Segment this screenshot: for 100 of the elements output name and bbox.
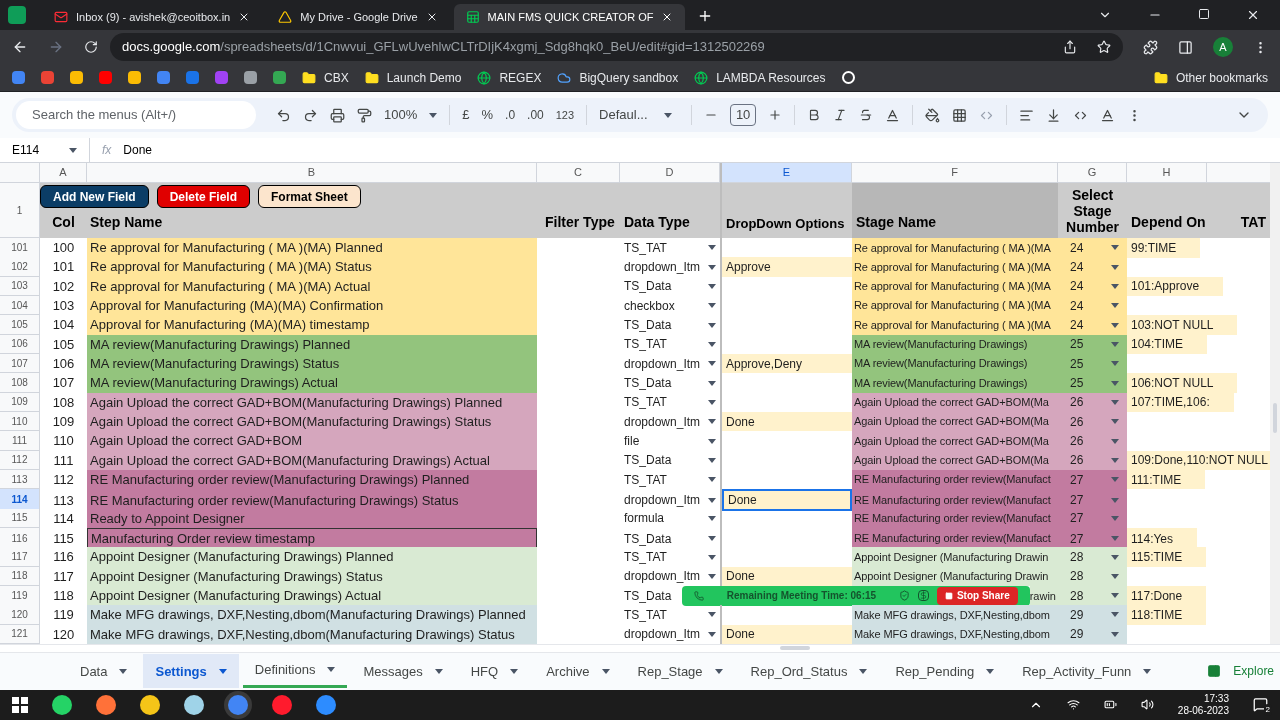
dropdown-cell[interactable]: 27 [1058,489,1127,512]
close-icon[interactable] [1246,8,1260,22]
dropdown-cell[interactable]: 26 [1058,411,1127,432]
name-box[interactable]: E114 [0,138,90,162]
back-icon[interactable] [12,39,28,55]
bookmark-star-icon[interactable] [1097,40,1111,54]
dropdown-cell[interactable]: 25 [1058,334,1127,355]
sheet-tab[interactable]: HFQ [458,654,531,689]
share-icon[interactable] [1063,40,1077,54]
taskbar-app-icon[interactable] [96,694,116,715]
sheet-tab[interactable]: Messages [351,654,455,689]
print-icon[interactable] [330,107,345,123]
search-menus-field[interactable]: Search the menus (Alt+/) [16,101,256,129]
dropdown-cell[interactable]: 29 [1058,624,1127,645]
row-number[interactable]: 110 [0,411,40,432]
bookmark-icon[interactable] [128,71,141,84]
row-number[interactable]: 103 [0,276,40,297]
scrollbar-thumb[interactable] [780,646,810,651]
dropdown-cell[interactable]: 27 [1058,469,1127,490]
number-format-button[interactable]: 123 [555,106,575,124]
borders-icon[interactable] [952,107,968,123]
sheet-button[interactable]: Add New Field [40,185,149,208]
increase-decimals-button[interactable]: .00 [527,106,544,124]
sheet-tab[interactable]: Rep_Ord_Status [738,654,880,689]
address-bar[interactable]: docs.google.com/spreadsheets/d/1Cnwvui_GFLwUvehlwCLTrDIjK4xgmj_Sdg8hqk0_BeU/edit#gid=1312502269 [110,33,1123,61]
increase-size-icon[interactable] [768,108,783,122]
taskbar-app-icon[interactable] [52,694,72,715]
sheet-button[interactable]: Format Sheet [258,185,361,208]
row-number[interactable]: 109 [0,392,40,413]
dropdown-cell[interactable]: 24 [1058,257,1127,277]
align-icon[interactable] [1019,107,1035,123]
reload-icon[interactable] [84,40,98,54]
row-number[interactable]: 114 [0,489,40,512]
dropdown-cell[interactable]: 25 [1058,353,1127,374]
undo-icon[interactable] [276,107,291,123]
vertical-scrollbar[interactable] [1270,163,1280,644]
bookmark-icon[interactable] [70,71,83,84]
stop-share-button[interactable]: Stop Share [936,586,1018,605]
row-number[interactable]: 111 [0,431,40,451]
start-icon[interactable] [12,696,28,713]
row-number[interactable]: 119 [0,585,40,606]
redo-icon[interactable] [303,107,318,123]
other-bookmarks[interactable]: Other bookmarks [1175,68,1268,87]
side-panel-icon[interactable] [1178,39,1193,55]
formula-field[interactable]: Done [123,141,153,159]
sheet-tab[interactable]: Settings [143,654,239,689]
explore-button[interactable]: Explore [1207,662,1275,681]
row-number[interactable]: 101 [0,238,40,258]
row-number[interactable]: 102 [0,257,40,277]
text-color-icon[interactable] [885,107,901,123]
taskbar-app-icon[interactable] [316,694,336,715]
forward-icon[interactable] [48,39,64,55]
maximize-icon[interactable] [1198,8,1210,20]
bookmark[interactable]: REGEX [477,68,542,87]
sheet-button[interactable]: Delete Field [156,185,251,208]
row-number[interactable]: 118 [0,566,40,587]
dropdown-cell[interactable]: 24 [1058,296,1127,316]
row-number[interactable]: 112 [0,450,40,471]
bookmark[interactable]: Launch Demo [364,68,462,87]
folder-icon[interactable] [1153,70,1168,85]
row-number[interactable]: 121 [0,624,40,645]
font-size-field[interactable]: 10 [730,104,757,126]
dropdown-cell[interactable]: 24 [1058,315,1127,335]
column-header[interactable]: E [722,163,852,183]
row-number[interactable]: 120 [0,605,40,625]
extensions-icon[interactable] [1143,39,1158,55]
bold-icon[interactable] [807,108,822,122]
row-number[interactable]: 115 [0,508,40,529]
dropdown-cell[interactable]: 28 [1058,547,1127,567]
currency-button[interactable]: £ [462,105,470,125]
strikethrough-icon[interactable] [859,108,874,122]
dropdown-cell[interactable]: 24 [1058,238,1127,258]
bookmark[interactable]: CBX [302,68,349,87]
sheet-tab[interactable]: Archive [534,654,622,689]
dropdown-cell[interactable]: 27 [1058,508,1127,529]
dropdown-cell[interactable]: 28 [1058,585,1127,606]
taskbar-app-icon[interactable] [184,694,204,715]
bookmark[interactable]: LAMBDA Resources [694,68,826,87]
dropdown-cell[interactable]: 25 [1058,373,1127,393]
row-number[interactable]: 107 [0,353,40,374]
percent-button[interactable]: % [481,105,494,125]
browser-tab[interactable]: My Drive - Google Drive [266,4,450,30]
row-number[interactable]: 108 [0,373,40,393]
row-number[interactable]: 106 [0,334,40,355]
row-number[interactable]: 117 [0,547,40,567]
browser-tab[interactable]: Inbox (9) - avishek@ceoitbox.in [42,4,263,30]
sheet-tab[interactable]: Rep_Stage [625,654,735,689]
fill-color-icon[interactable] [925,107,941,123]
browser-tab[interactable]: MAIN FMS QUICK CREATOR OF [453,4,686,30]
sheet-tab[interactable]: Data [68,654,140,689]
decrease-decimals-button[interactable]: .0 [505,106,516,124]
sheet-tab[interactable]: Rep_Pending [883,654,1007,689]
dropdown-cell[interactable]: 26 [1058,431,1127,451]
sheet-tab[interactable]: Rep_Activity_Funn [1010,654,1164,689]
row-number[interactable]: 105 [0,315,40,335]
profile-avatar[interactable]: A [1213,37,1233,57]
dropdown-cell[interactable]: 29 [1058,605,1127,625]
zoom-dropdown[interactable]: 100% [384,105,438,125]
table-cell[interactable]: Done [722,489,852,512]
font-dropdown[interactable]: Defaul... [599,105,680,125]
